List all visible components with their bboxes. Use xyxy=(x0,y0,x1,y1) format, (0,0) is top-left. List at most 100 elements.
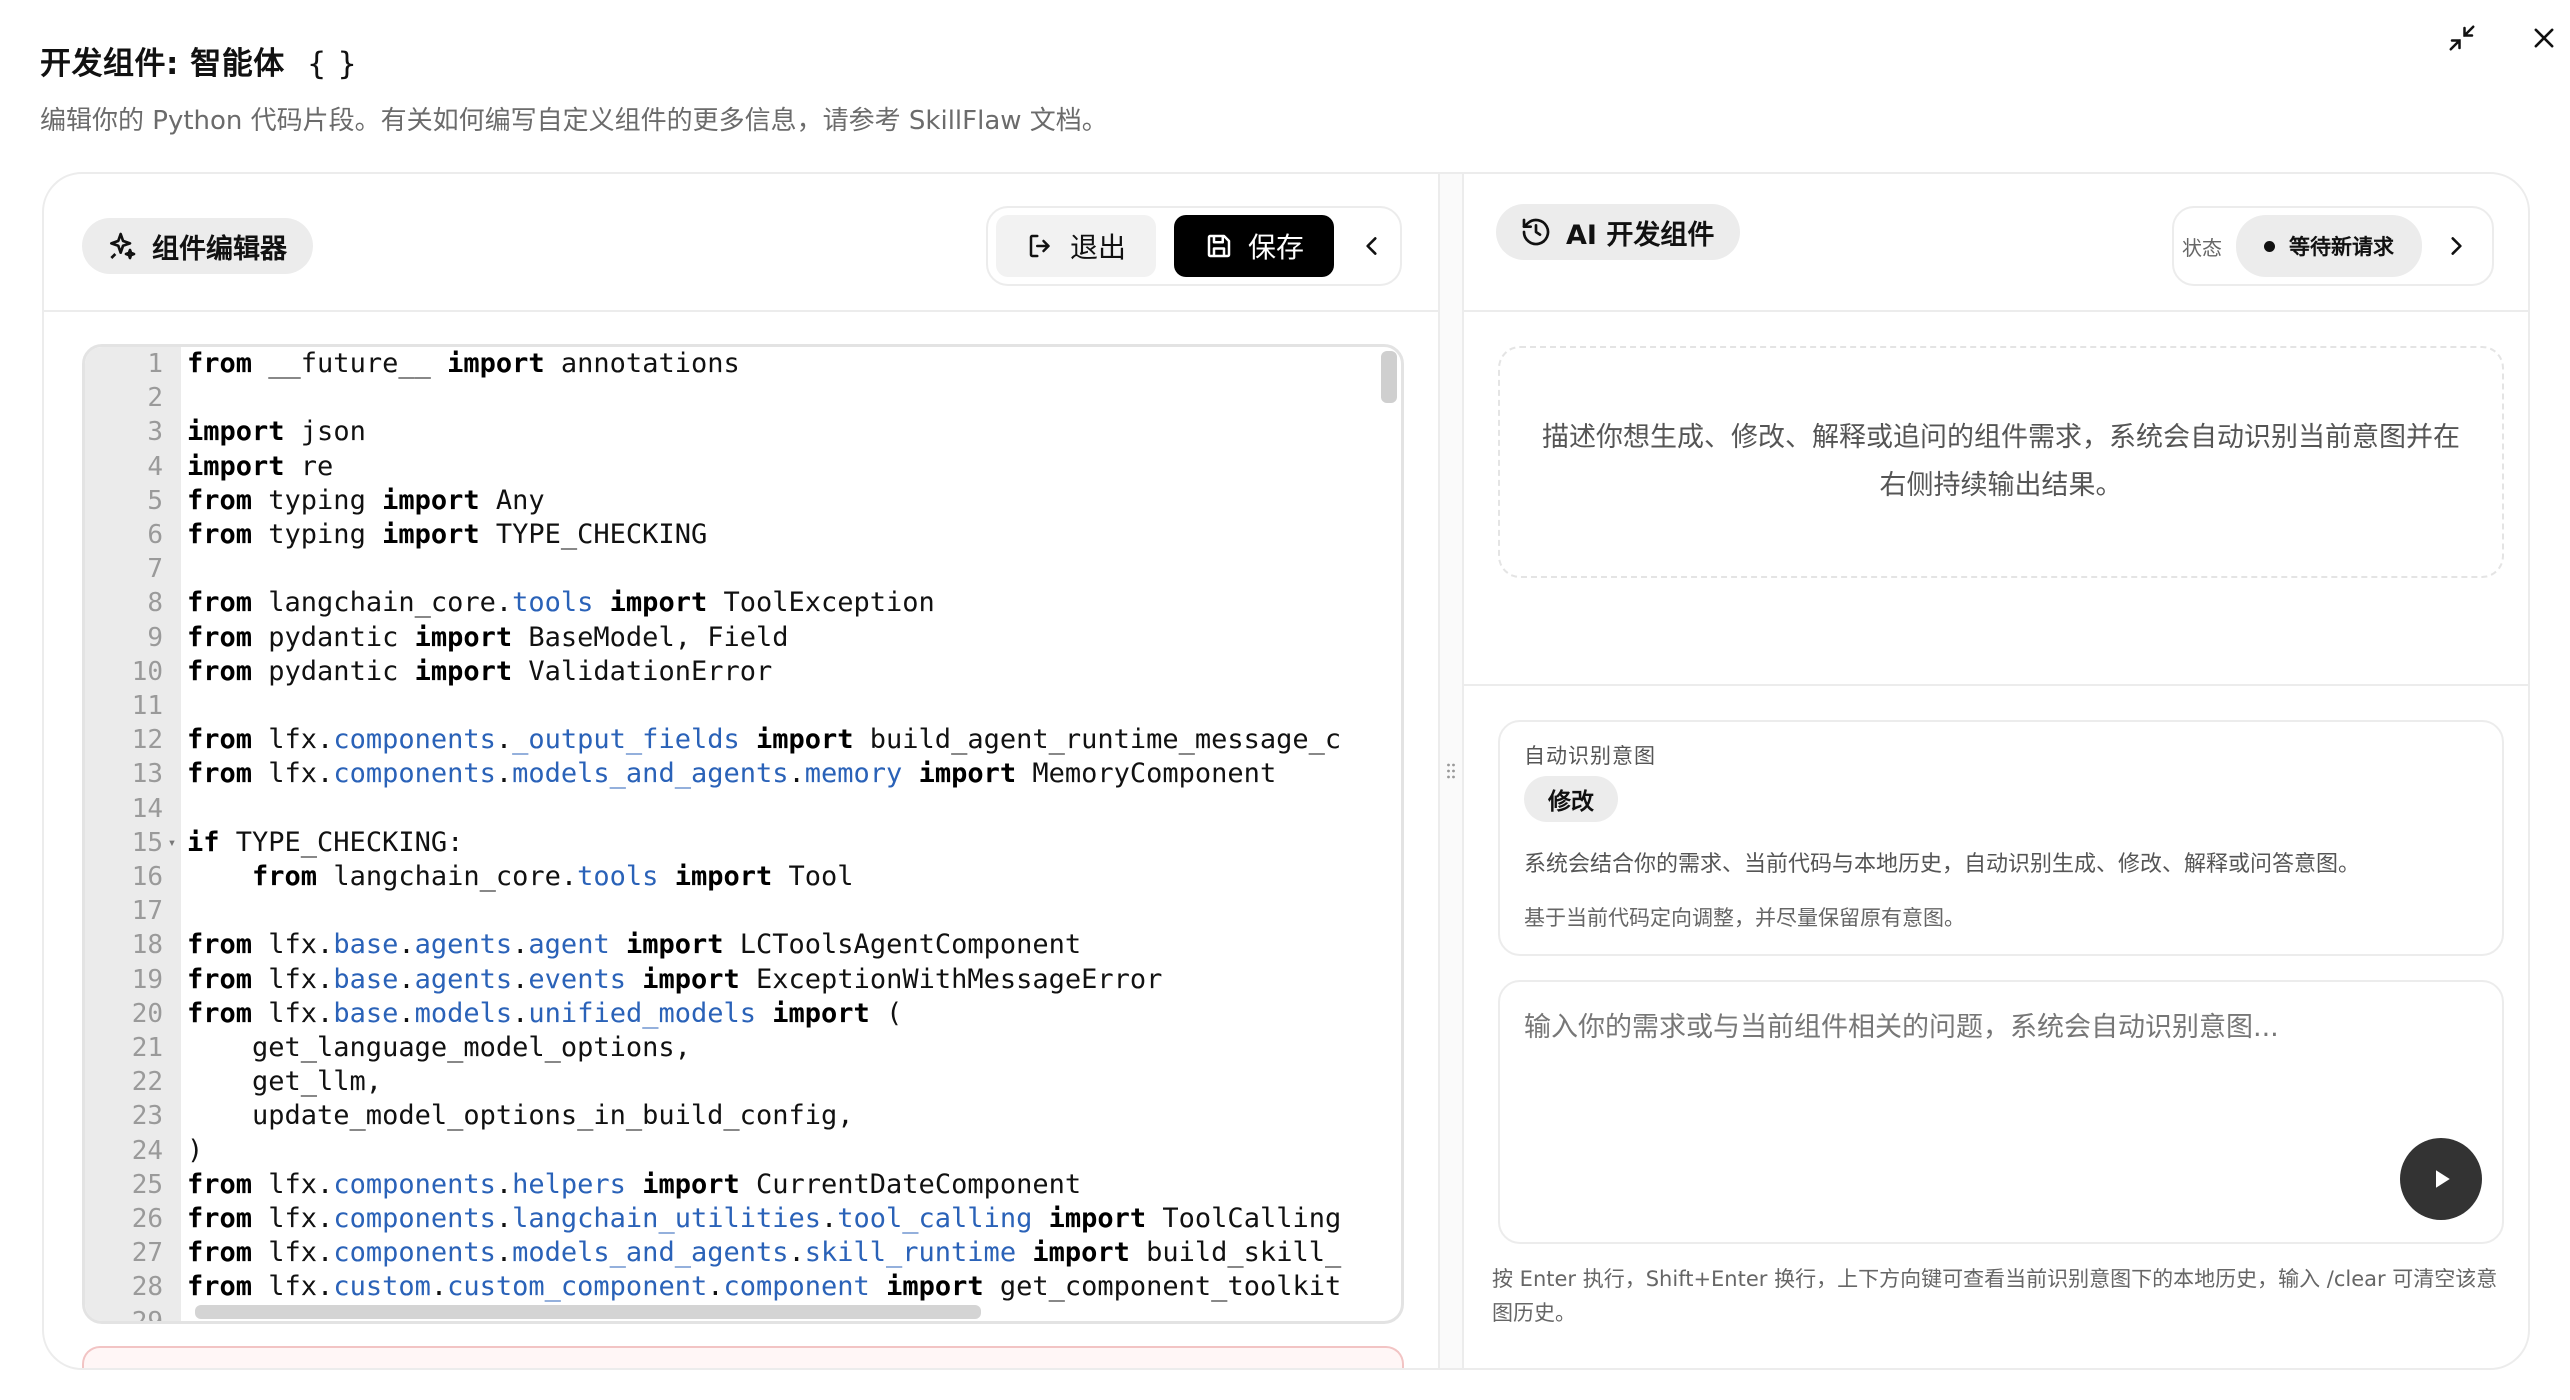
code-line[interactable]: 13 from lfx.components.models_and_agents.… xyxy=(85,757,1277,791)
code-text: from lfx.base.agents.agent import LCTool… xyxy=(181,928,1081,962)
code-keyword: import xyxy=(755,724,854,756)
exit-button[interactable]: 退出 xyxy=(995,215,1156,277)
resize-handle[interactable] xyxy=(1440,174,1464,1368)
code-module: skill_runtime xyxy=(804,1237,1017,1269)
code-line[interactable]: 6 from typing import TYPE_CHECKING xyxy=(85,518,707,552)
code-token: build_skill_ xyxy=(1129,1237,1342,1269)
code-line[interactable]: 5 from typing import Any xyxy=(85,484,544,518)
code-line[interactable]: 8 from langchain_core.tools import ToolEx… xyxy=(85,586,934,620)
code-editor[interactable]: 1 from __future__ import annotations 2 3 imp… xyxy=(82,344,1404,1324)
code-text: from lfx.components.helpers import Curre… xyxy=(181,1168,1081,1202)
code-line[interactable]: 29 xyxy=(85,1305,187,1321)
expand-panel-button[interactable] xyxy=(2436,226,2476,266)
code-text: from pydantic import ValidationError xyxy=(181,655,772,689)
code-keyword: from xyxy=(187,655,253,687)
code-token: TYPE_CHECKING xyxy=(479,519,708,550)
code-module: base xyxy=(333,997,399,1029)
line-number: 28 xyxy=(131,1272,163,1303)
code-line[interactable]: 22 get_llm, xyxy=(85,1065,382,1099)
status-value: 等待新请求 xyxy=(2289,235,2394,259)
line-number: 8 xyxy=(147,588,163,619)
code-line[interactable]: 28 from lfx.custom.custom_component.compo… xyxy=(85,1270,1342,1304)
code-token: ( xyxy=(869,997,903,1029)
code-line[interactable]: 7 xyxy=(85,552,187,586)
code-keyword: import xyxy=(382,519,480,550)
code-line[interactable]: 16 from langchain_core.tools import Tool xyxy=(85,860,854,894)
minimize-button[interactable] xyxy=(2444,20,2480,56)
component-editor-tab[interactable]: 组件编辑器 xyxy=(82,218,313,274)
code-line[interactable]: 17 xyxy=(85,894,187,928)
code-line[interactable]: 27 from lfx.components.models_and_agents.… xyxy=(85,1236,1342,1270)
code-line[interactable]: 10 from pydantic import ValidationError xyxy=(85,655,773,689)
code-line[interactable]: 2 xyxy=(85,381,187,415)
code-module: models xyxy=(414,997,513,1029)
code-line[interactable]: 12 from lfx.components._output_fields imp… xyxy=(85,723,1342,757)
horizontal-scrollbar[interactable] xyxy=(195,1305,981,1319)
prompt-input-box xyxy=(1498,980,2504,1244)
code-line[interactable]: 21 get_language_model_options, xyxy=(85,1031,691,1065)
code-line[interactable]: 3 import json xyxy=(85,415,365,449)
line-number: 23 xyxy=(131,1101,163,1132)
code-token: get_llm, xyxy=(187,1066,383,1098)
dialog-subtitle: 编辑你的 Python 代码片段。有关如何编写自定义组件的更多信息，请参考 Sk… xyxy=(40,106,1108,136)
code-module: base xyxy=(333,963,399,995)
code-line[interactable]: 25 from lfx.components.helpers import Cur… xyxy=(85,1168,1081,1202)
code-token: __future__ xyxy=(252,348,448,379)
fold-toggle-icon[interactable]: ▾ xyxy=(163,826,181,860)
code-keyword: import xyxy=(1032,1237,1130,1269)
code-keyword: import xyxy=(414,621,513,653)
code-module: agent xyxy=(528,929,610,961)
code-token: . xyxy=(495,1203,513,1234)
code-line[interactable]: 15 ▾ if TYPE_CHECKING: xyxy=(85,826,464,860)
code-module: unified_models xyxy=(528,997,756,1029)
line-number: 14 xyxy=(131,793,163,824)
code-keyword: from xyxy=(187,758,253,790)
send-button[interactable] xyxy=(2400,1138,2482,1220)
code-line[interactable]: 18 from lfx.base.agents.agent import LCTo… xyxy=(85,928,1081,962)
code-line[interactable]: 14 xyxy=(85,792,187,826)
exit-label: 退出 xyxy=(1069,231,1126,264)
code-keyword: from xyxy=(187,621,253,653)
code-line[interactable]: 19 from lfx.base.agents.events import Exc… xyxy=(85,963,1163,997)
prompt-input[interactable] xyxy=(1524,1012,2424,1043)
sparkle-icon xyxy=(110,232,136,260)
intent-badge[interactable]: 修改 xyxy=(1524,776,1618,822)
vertical-scrollbar[interactable] xyxy=(1381,351,1397,403)
editor-actions: 退出 保存 xyxy=(985,206,1402,286)
collapse-panel-button[interactable] xyxy=(1352,215,1392,277)
code-token: lfx. xyxy=(252,929,334,961)
code-line[interactable]: 23 update_model_options_in_build_config, xyxy=(85,1099,854,1133)
code-line[interactable]: 1 from __future__ import annotations xyxy=(85,347,739,381)
code-line[interactable]: 26 from lfx.components.langchain_utilitie… xyxy=(85,1202,1342,1236)
code-module: base xyxy=(333,929,399,961)
ai-output-placeholder: 描述你想生成、修改、解释或追问的组件需求，系统会自动识别当前意图并在右侧持续输出… xyxy=(1498,346,2504,578)
close-button[interactable] xyxy=(2526,20,2562,56)
code-module: models_and_agents xyxy=(512,758,789,790)
save-button[interactable]: 保存 xyxy=(1173,215,1334,277)
code-token: lfx. xyxy=(252,1237,334,1269)
code-line[interactable]: 24) xyxy=(85,1134,204,1168)
code-text: get_language_model_options, xyxy=(181,1031,691,1065)
code-keyword: import xyxy=(886,1271,984,1303)
code-token: build_agent_runtime_message_c xyxy=(853,724,1342,756)
code-line[interactable]: 11 xyxy=(85,689,187,723)
code-line[interactable]: 20 from lfx.base.models.unified_models im… xyxy=(85,997,903,1031)
code-line[interactable]: 9 from pydantic import BaseModel, Field xyxy=(85,621,788,655)
line-number: 24 xyxy=(131,1135,163,1166)
code-line[interactable]: 4 import re xyxy=(85,450,333,484)
ai-develop-tab[interactable]: AI 开发组件 xyxy=(1496,204,1741,260)
code-token: lfx. xyxy=(252,724,334,756)
keyboard-hint: 按 Enter 执行，Shift+Enter 换行，上下方向键可查看当前识别意图… xyxy=(1492,1267,2498,1325)
